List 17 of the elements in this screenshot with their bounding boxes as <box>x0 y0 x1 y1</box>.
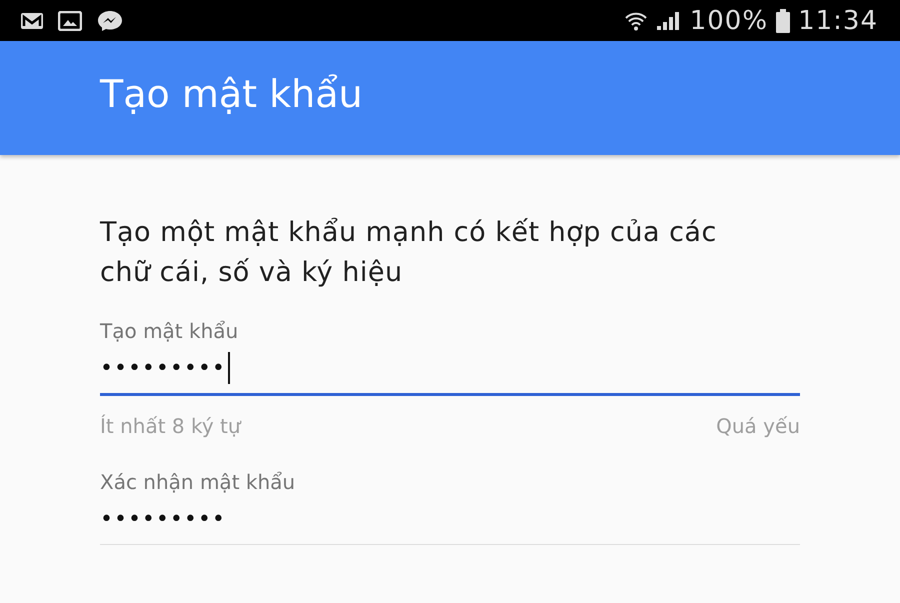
field-label: Tạo mật khẩu <box>100 319 240 343</box>
instruction-text: Tạo một mật khẩu mạnh có kết hợp của các chữ cái, số và ký hiệu <box>100 216 718 290</box>
mail-icon <box>20 12 44 30</box>
page-title: Tạo mật khẩu <box>100 72 363 116</box>
chat-bubble-icon <box>96 10 124 32</box>
field-label: Xác nhận mật khẩu <box>100 470 296 494</box>
strength-text: Quá yếu <box>716 414 800 438</box>
clock-time: 11:34 <box>798 6 878 36</box>
wifi-icon <box>624 10 648 30</box>
battery-percentage: 100% <box>690 6 768 36</box>
signal-icon <box>656 10 682 30</box>
password-field[interactable]: ••••••••• <box>100 494 800 545</box>
text-cursor <box>228 352 230 384</box>
hint-text: Ít nhất 8 ký tự <box>100 414 241 438</box>
password-field[interactable]: ••••••••• <box>100 343 800 396</box>
battery-icon <box>776 8 790 32</box>
image-icon <box>58 10 82 30</box>
